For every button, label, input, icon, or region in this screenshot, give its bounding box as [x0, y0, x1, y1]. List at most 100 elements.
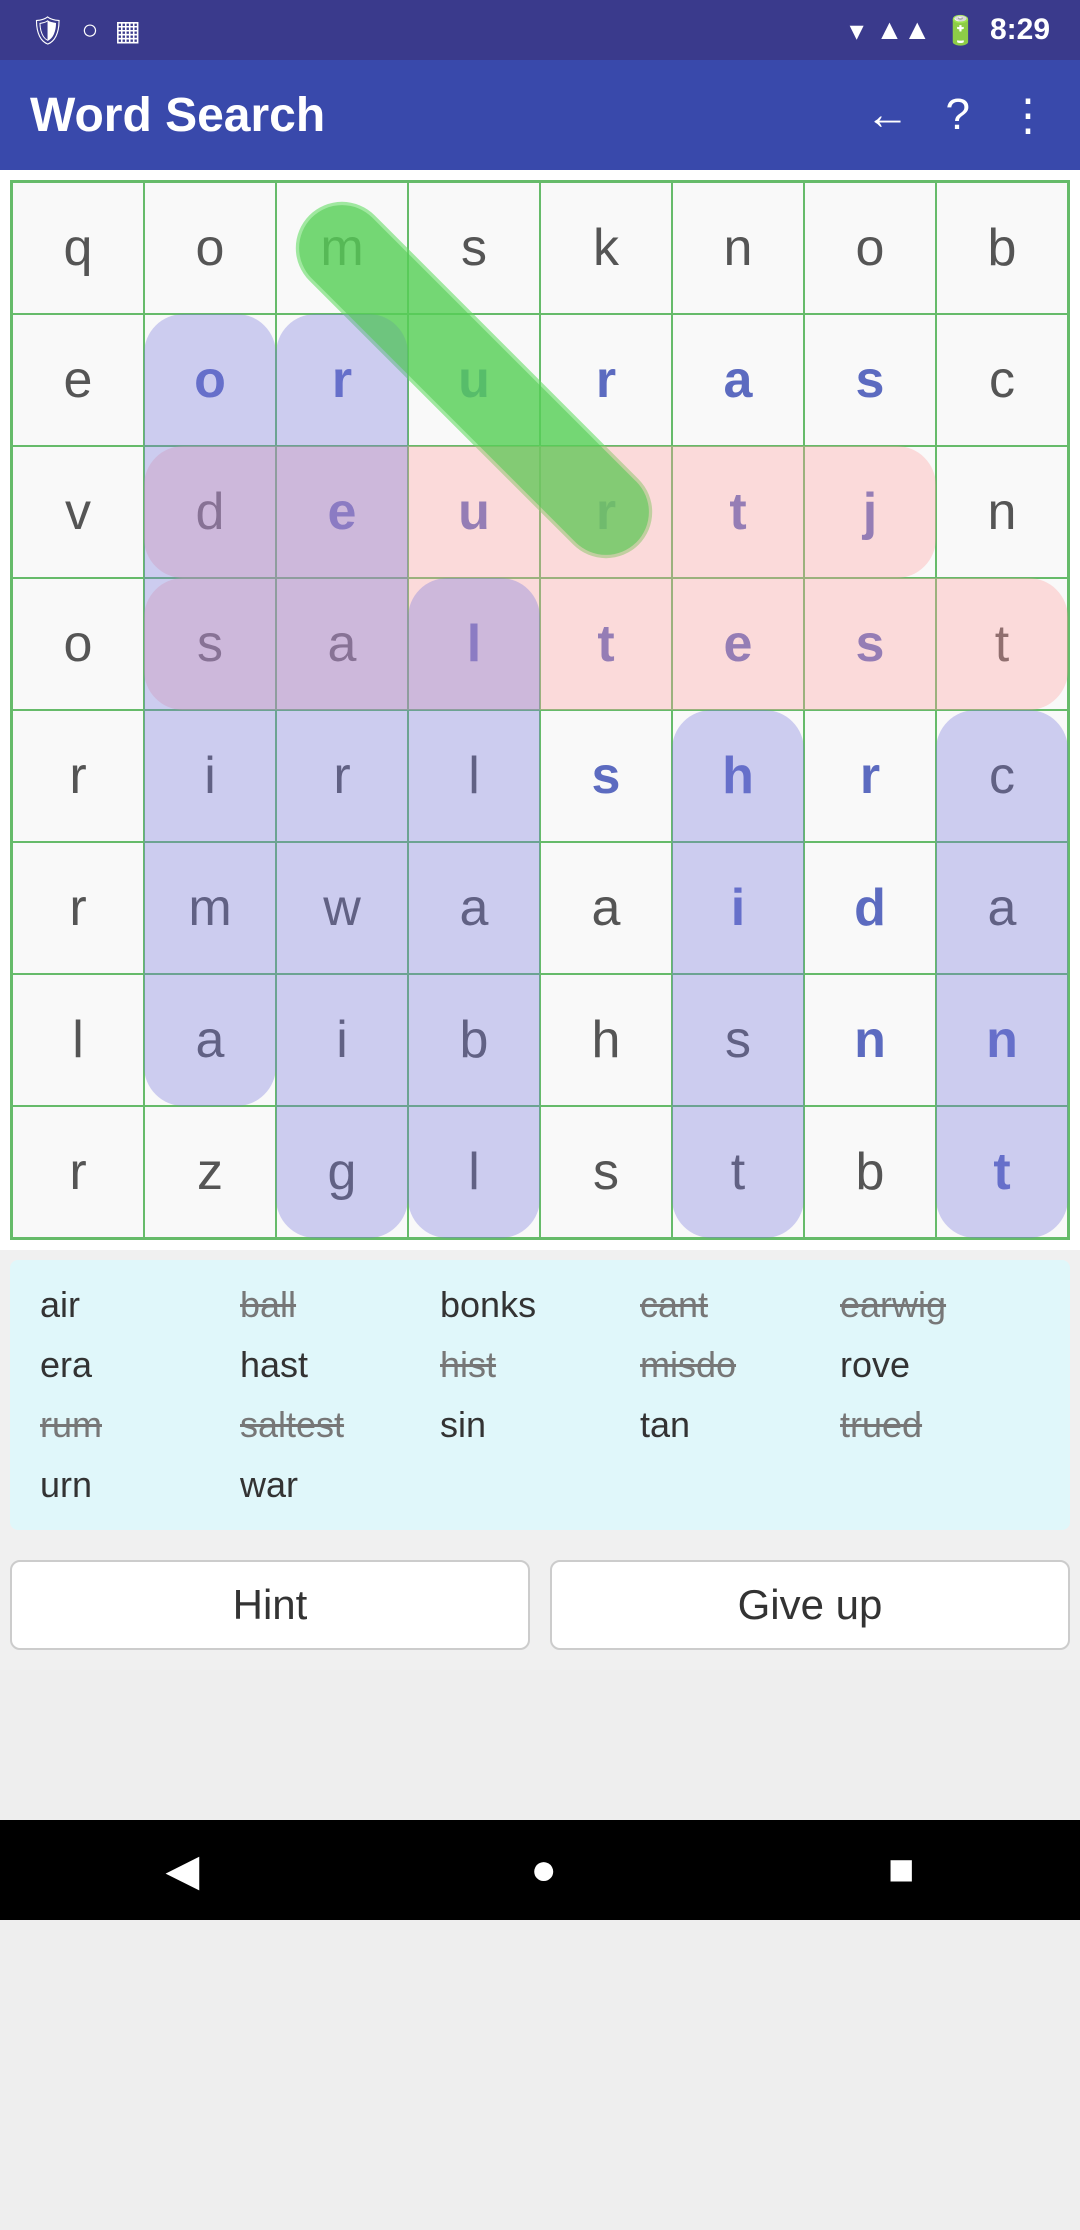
sim-icon: ▦	[114, 14, 140, 47]
app-bar: Word Search ← ? ⋮	[0, 60, 1080, 170]
wifi-icon: ▾	[850, 14, 864, 47]
cell-2-6[interactable]: j	[804, 446, 936, 578]
cell-2-0[interactable]: v	[12, 446, 144, 578]
word-item-cant: cant	[640, 1284, 840, 1326]
recents-nav-icon[interactable]: ■	[888, 1845, 915, 1895]
cell-4-4[interactable]: s	[540, 710, 672, 842]
cell-2-2[interactable]: e	[276, 446, 408, 578]
cell-1-4[interactable]: r	[540, 314, 672, 446]
cell-4-1[interactable]: i	[144, 710, 276, 842]
cell-1-1[interactable]: o	[144, 314, 276, 446]
word-item-hast: hast	[240, 1344, 440, 1386]
cell-4-7[interactable]: c	[936, 710, 1068, 842]
cell-5-2[interactable]: w	[276, 842, 408, 974]
cell-7-6[interactable]: b	[804, 1106, 936, 1238]
cell-3-0[interactable]: o	[12, 578, 144, 710]
cell-7-7[interactable]: t	[936, 1106, 1068, 1238]
cell-1-5[interactable]: a	[672, 314, 804, 446]
cell-6-1[interactable]: a	[144, 974, 276, 1106]
cell-2-4[interactable]: r	[540, 446, 672, 578]
cell-0-0[interactable]: q	[12, 182, 144, 314]
status-time: 8:29	[990, 13, 1050, 47]
cell-4-6[interactable]: r	[804, 710, 936, 842]
cell-7-2[interactable]: g	[276, 1106, 408, 1238]
cell-1-6[interactable]: s	[804, 314, 936, 446]
cell-5-6[interactable]: d	[804, 842, 936, 974]
cell-6-7[interactable]: n	[936, 974, 1068, 1106]
cell-0-6[interactable]: o	[804, 182, 936, 314]
back-nav-icon[interactable]: ◀	[166, 1845, 200, 1896]
cell-3-3[interactable]: l	[408, 578, 540, 710]
cell-0-5[interactable]: n	[672, 182, 804, 314]
cell-6-6[interactable]: n	[804, 974, 936, 1106]
cell-3-4[interactable]: t	[540, 578, 672, 710]
cell-2-5[interactable]: t	[672, 446, 804, 578]
cell-4-5[interactable]: h	[672, 710, 804, 842]
hint-button[interactable]: Hint	[10, 1560, 530, 1650]
cell-6-2[interactable]: i	[276, 974, 408, 1106]
cell-7-0[interactable]: r	[12, 1106, 144, 1238]
cell-5-7[interactable]: a	[936, 842, 1068, 974]
cell-5-3[interactable]: a	[408, 842, 540, 974]
word-item-era: era	[40, 1344, 240, 1386]
cell-5-5[interactable]: i	[672, 842, 804, 974]
word-item-rum: rum	[40, 1404, 240, 1446]
word-item-misdo: misdo	[640, 1344, 840, 1386]
word-item-air: air	[40, 1284, 240, 1326]
word-search-grid[interactable]: qomsknobeorurascvdeurtjnosaltestrirlshrc…	[10, 180, 1070, 1240]
cell-0-3[interactable]: s	[408, 182, 540, 314]
cell-5-0[interactable]: r	[12, 842, 144, 974]
cell-4-3[interactable]: l	[408, 710, 540, 842]
cell-0-4[interactable]: k	[540, 182, 672, 314]
cell-6-3[interactable]: b	[408, 974, 540, 1106]
cell-2-1[interactable]: d	[144, 446, 276, 578]
cell-7-4[interactable]: s	[540, 1106, 672, 1238]
word-item-trued: trued	[840, 1404, 1040, 1446]
cell-3-1[interactable]: s	[144, 578, 276, 710]
bottom-nav: ◀ ● ■	[0, 1820, 1080, 1920]
word-item-war: war	[240, 1464, 440, 1506]
cell-0-7[interactable]: b	[936, 182, 1068, 314]
word-item-rove: rove	[840, 1344, 1040, 1386]
word-item-ball: ball	[240, 1284, 440, 1326]
back-button[interactable]: ←	[866, 90, 910, 140]
battery-icon: 🔋	[943, 14, 978, 47]
cell-5-1[interactable]: m	[144, 842, 276, 974]
cell-0-1[interactable]: o	[144, 182, 276, 314]
app-title: Word Search	[30, 88, 866, 143]
cell-5-4[interactable]: a	[540, 842, 672, 974]
status-bar-right: ▾ ▲▲ 🔋 8:29	[850, 13, 1050, 47]
gray-area	[0, 1670, 1080, 2230]
cell-6-5[interactable]: s	[672, 974, 804, 1106]
cell-1-0[interactable]: e	[12, 314, 144, 446]
home-nav-icon[interactable]: ●	[530, 1845, 557, 1895]
cell-4-2[interactable]: r	[276, 710, 408, 842]
cell-4-0[interactable]: r	[12, 710, 144, 842]
menu-button[interactable]: ⋮	[1006, 90, 1050, 141]
cell-7-1[interactable]: z	[144, 1106, 276, 1238]
buttons-row: Hint Give up	[0, 1540, 1080, 1670]
cell-1-2[interactable]: r	[276, 314, 408, 446]
help-button[interactable]: ?	[946, 90, 970, 140]
cell-1-3[interactable]: u	[408, 314, 540, 446]
cell-6-0[interactable]: l	[12, 974, 144, 1106]
cell-1-7[interactable]: c	[936, 314, 1068, 446]
cell-7-3[interactable]: l	[408, 1106, 540, 1238]
give-up-button[interactable]: Give up	[550, 1560, 1070, 1650]
status-bar-left: 🛡 ○ ▦	[30, 14, 141, 47]
word-item-saltest: saltest	[240, 1404, 440, 1446]
cell-3-6[interactable]: s	[804, 578, 936, 710]
cell-0-2[interactable]: m	[276, 182, 408, 314]
cell-3-5[interactable]: e	[672, 578, 804, 710]
word-list-area: airballbonkscantearwigerahasthistmisdoro…	[10, 1260, 1070, 1530]
circle-icon: ○	[82, 14, 99, 46]
word-item-hist: hist	[440, 1344, 640, 1386]
cell-3-7[interactable]: t	[936, 578, 1068, 710]
app-bar-actions: ← ? ⋮	[866, 90, 1050, 141]
cell-6-4[interactable]: h	[540, 974, 672, 1106]
cell-2-7[interactable]: n	[936, 446, 1068, 578]
cell-7-5[interactable]: t	[672, 1106, 804, 1238]
shield-icon: 🛡	[30, 14, 66, 47]
cell-3-2[interactable]: a	[276, 578, 408, 710]
cell-2-3[interactable]: u	[408, 446, 540, 578]
